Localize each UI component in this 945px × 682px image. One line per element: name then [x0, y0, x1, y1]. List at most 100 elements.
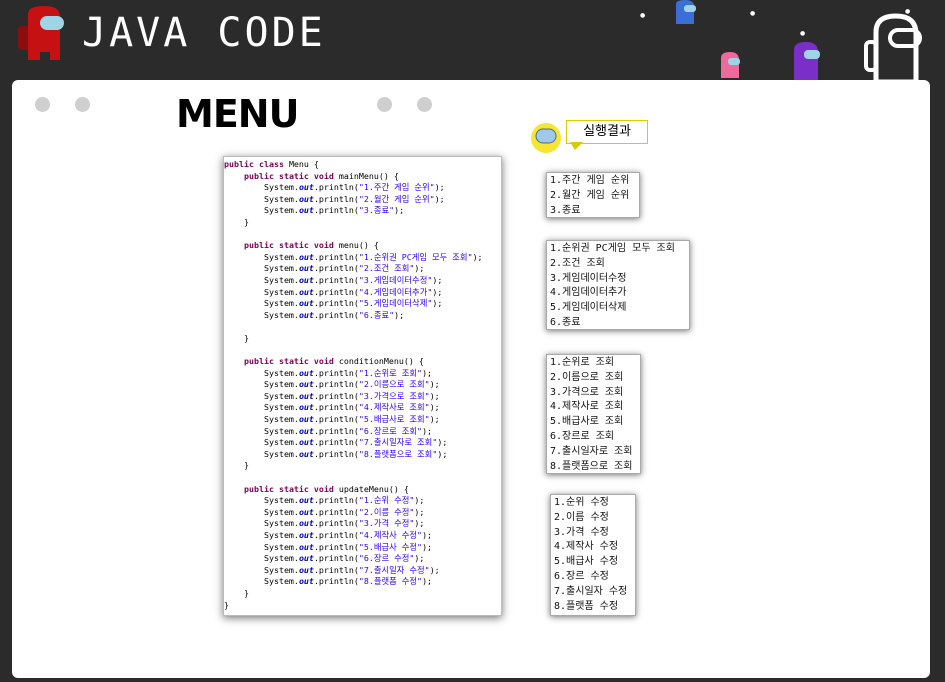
code-token: ); [422, 541, 433, 552]
code-line: System.out.println("3.가격으로 조회"); [224, 391, 501, 403]
code-token: .println( [313, 309, 359, 320]
output-line: 4.게임데이터추가 [550, 287, 627, 299]
code-line: public static void menu() { [224, 240, 501, 252]
code-token: .println( [313, 286, 359, 297]
code-token: System. [224, 286, 299, 297]
code-line: System.out.println("6.장르 수정"); [224, 553, 501, 565]
output-line: 5.배급사 수정 [554, 556, 619, 568]
code-token: out [298, 379, 314, 390]
code-token: ); [422, 425, 433, 436]
code-token: .println( [313, 495, 359, 506]
code-token: } [224, 332, 249, 343]
code-line: } [224, 588, 501, 600]
code-line: System.out.println("8.플랫폼으로 조회"); [224, 449, 501, 461]
output-line: 1.주간 게임 순위 [550, 175, 630, 186]
code-line: System.out.println("7.출시일자로 조회"); [224, 437, 501, 449]
code-token: ); [422, 530, 433, 540]
code-line: System.out.println("5.배급사 수정"); [224, 542, 501, 554]
code-token: System. [224, 251, 299, 262]
code-token: .println( [313, 298, 359, 309]
output-line: 7.출시일자 수정 [554, 585, 628, 597]
code-token: "1.순위로 조회" [358, 367, 423, 378]
code-token: ); [434, 193, 445, 204]
code-token: } [224, 599, 229, 610]
result-callout: 실행결과 [530, 116, 670, 156]
output-line: 6.종료 [550, 316, 581, 328]
code-line: System.out.println("1.순위권 PC게임 모두 조회"); [224, 252, 501, 264]
code-token: System. [224, 530, 299, 540]
output-line: 4.제작사로 조회 [550, 401, 624, 413]
code-token: "6.장르로 조회" [358, 425, 423, 436]
code-line: System.out.println("4.제작사로 조회"); [224, 402, 501, 414]
code-line: System.out.println("8.플랫폼 수정"); [224, 576, 501, 588]
code-token: .println( [313, 553, 359, 564]
code-token: "1.순위권 PC게임 모두 조회" [358, 251, 473, 262]
code-token: "2.이름으로 조회" [358, 379, 430, 390]
code-token: System. [224, 390, 299, 401]
code-token: System. [224, 182, 299, 193]
code-token: .println( [313, 205, 359, 216]
code-token: mainMenu() { [338, 170, 399, 181]
output-line: 3.게임데이터수정 [550, 272, 627, 284]
code-token: out [298, 298, 314, 309]
code-token: "3.가격으로 조회" [358, 390, 430, 401]
code-token: ); [414, 263, 425, 274]
code-token: System. [224, 495, 299, 506]
code-token: ); [394, 205, 405, 216]
code-token: "8.플랫폼으로 조회" [358, 448, 438, 459]
code-token: System. [224, 379, 299, 390]
result-label: 실행결과 [566, 120, 648, 144]
code-token: ); [394, 309, 405, 320]
code-token: System. [224, 425, 299, 436]
code-token: out [298, 553, 314, 564]
star-decoration: ● [750, 10, 756, 17]
code-token: ); [437, 448, 448, 459]
code-token: System. [224, 193, 299, 204]
code-token: } [224, 587, 249, 598]
code-token: .println( [313, 564, 359, 575]
code-line: public static void conditionMenu() { [224, 356, 501, 368]
content-panel: MENU public class Menu { public static v… [12, 80, 930, 678]
code-token: out [298, 193, 314, 204]
code-token: .println( [313, 576, 359, 587]
code-token: ); [429, 564, 440, 575]
code-token: out [298, 251, 314, 262]
code-token: System. [224, 506, 299, 517]
code-token: public static void [243, 483, 339, 494]
code-token: .println( [313, 379, 359, 390]
code-token: .println( [313, 425, 359, 436]
code-token: public static void [243, 170, 339, 181]
bubble-tail [570, 142, 583, 150]
code-token: "2.조건 조회" [358, 263, 415, 274]
code-token: "1.주간 게임 순위" [358, 182, 435, 193]
decorative-dot [377, 97, 392, 112]
code-line: System.out.println("3.게임데이터수정"); [224, 275, 501, 287]
code-token: "6.장르 수정" [358, 553, 415, 564]
code-token: out [298, 495, 314, 506]
code-token: ); [414, 518, 425, 529]
code-token: out [298, 367, 314, 378]
decorative-dot [417, 97, 432, 112]
code-token: System. [224, 437, 299, 448]
output-line: 8.플랫폼 수정 [554, 600, 619, 612]
code-token: ); [472, 251, 483, 262]
code-token: out [298, 518, 314, 529]
code-token: "1.순위 수정" [358, 495, 415, 506]
code-token: ); [422, 367, 433, 378]
app-title: JAVA CODE [82, 10, 326, 56]
code-token: ); [432, 298, 443, 309]
code-token: out [298, 182, 314, 193]
code-token: "4.제작사로 조회" [358, 402, 430, 413]
code-line: System.out.println("4.게임데이터추가"); [224, 287, 501, 299]
code-token: out [298, 205, 314, 216]
code-token: "2.이름 수정" [358, 506, 415, 517]
code-token: "8.플랫폼 수정" [358, 576, 423, 587]
code-line: } [224, 217, 501, 229]
output-line: 7.출시일자로 조회 [550, 445, 633, 457]
code-token: "7.출시일자 수정" [358, 564, 430, 575]
code-token: out [298, 576, 314, 587]
code-token: System. [224, 541, 299, 552]
crewmate-red-icon [18, 6, 64, 60]
